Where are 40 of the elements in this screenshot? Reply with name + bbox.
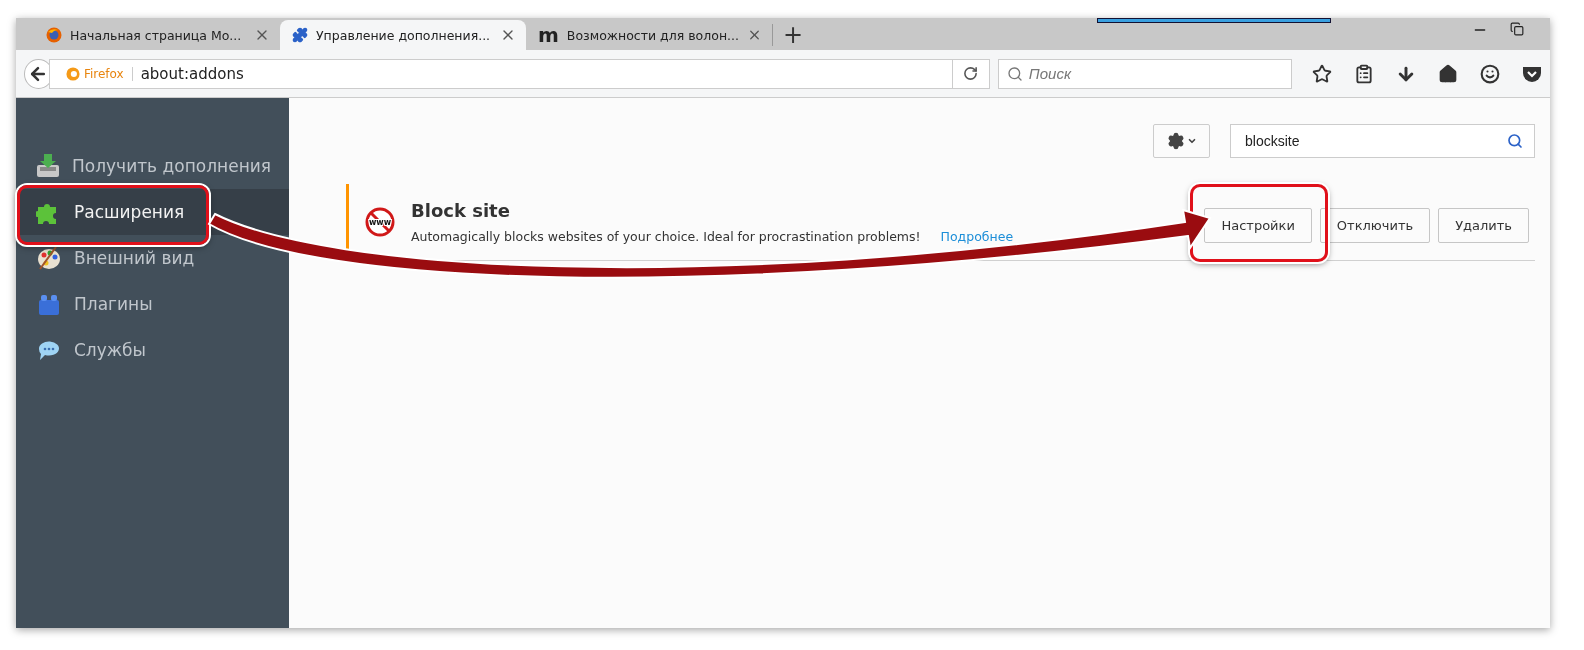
url-text: about:addons <box>140 64 245 83</box>
more-link[interactable]: Подробнее <box>940 229 1014 244</box>
identity-label: Firefox <box>79 66 133 81</box>
reload-icon[interactable] <box>963 66 979 81</box>
sidebar-item[interactable]: Плагины <box>16 281 289 327</box>
tab-title: Возможности для волон... <box>566 27 739 43</box>
browser-tab[interactable]: Управление дополнения... <box>280 20 526 50</box>
tab-title: Начальная страница Mo... <box>70 27 243 43</box>
palette-icon <box>36 245 62 271</box>
sidebar-item[interactable]: Внешний вид <box>16 235 289 281</box>
addon-search-field[interactable]: blocksite <box>1230 124 1535 158</box>
addon-description: Automagically blocks websites of your choice. Ideal for procrastination problems! <box>411 229 921 244</box>
addon-button[interactable]: Удалить <box>1438 207 1529 243</box>
home-icon[interactable] <box>1438 63 1458 84</box>
firefox-icon <box>46 27 62 43</box>
sidebar-item[interactable]: Службы <box>16 327 289 373</box>
restore-icon[interactable] <box>1510 22 1524 36</box>
pocket-icon[interactable] <box>1522 64 1542 83</box>
search-field[interactable]: Поиск <box>997 58 1292 89</box>
tools-menu-button[interactable] <box>1153 124 1210 158</box>
address-field[interactable]: Firefox about:addons <box>48 58 990 89</box>
addon-button[interactable]: Отключить <box>1319 207 1431 243</box>
firefox-icon <box>65 66 80 81</box>
star-icon[interactable] <box>1312 63 1332 84</box>
sidebar-item[interactable]: Получить дополнения <box>16 143 289 189</box>
tab-title: Управление дополнения... <box>316 27 492 43</box>
tab-logo: m <box>538 27 559 43</box>
gear-icon <box>1166 132 1185 150</box>
browser-tab[interactable]: m Возможности для волон... <box>526 20 772 50</box>
browser-tab[interactable]: Начальная страница Mo... <box>34 20 280 50</box>
search-icon <box>1507 133 1523 149</box>
new-tab-button[interactable]: + <box>772 24 814 46</box>
search-icon <box>1006 65 1023 82</box>
download-tray-icon <box>36 153 60 179</box>
addon-name: Block site <box>411 200 511 221</box>
addon-button[interactable]: Настройки <box>1204 207 1312 243</box>
reading-list-icon[interactable] <box>1354 63 1374 84</box>
caret-icon <box>1186 136 1197 146</box>
puzzle-icon <box>292 27 308 43</box>
smiley-icon[interactable] <box>1480 63 1500 84</box>
